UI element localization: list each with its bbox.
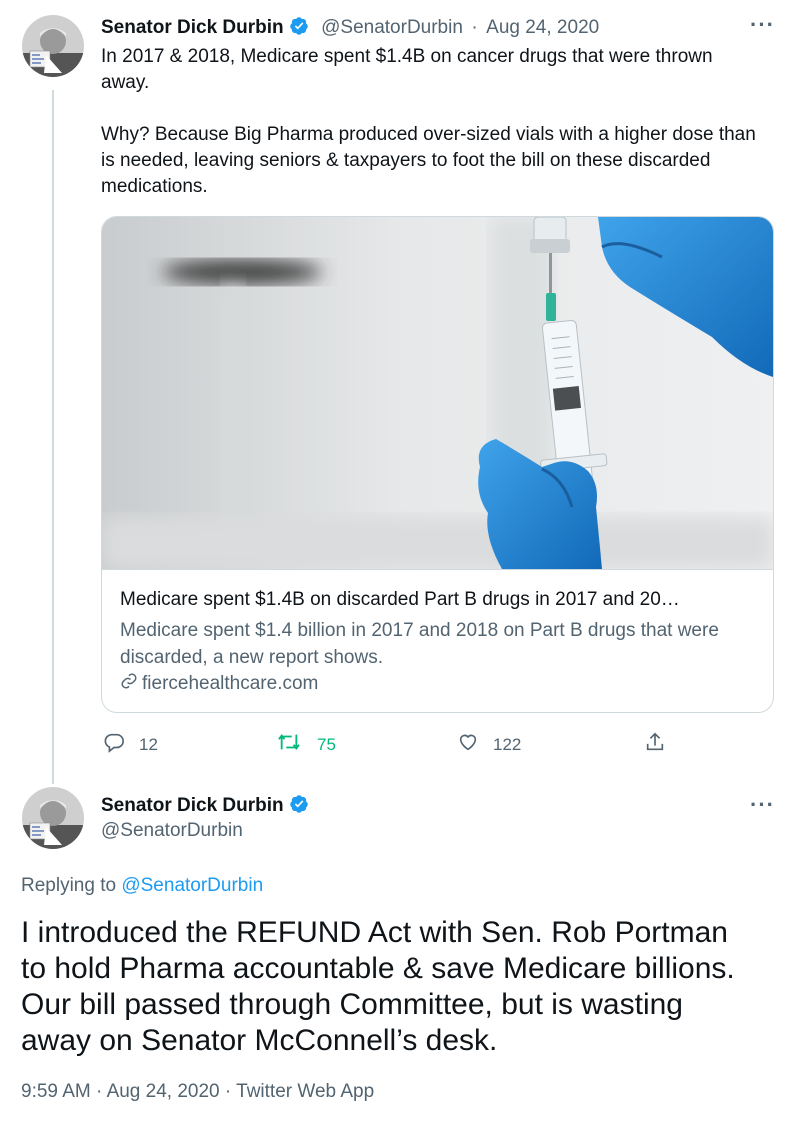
like-count: 122	[493, 734, 522, 754]
replying-prefix: Replying to	[21, 875, 117, 896]
tweet-metadata: 9:59 AM · Aug 24, 2020 · Twitter Web App	[21, 1081, 374, 1103]
like-button[interactable]: 122	[457, 731, 521, 758]
tweet-time[interactable]: 9:59 AM	[21, 1081, 91, 1102]
link-icon	[120, 672, 138, 696]
avatar[interactable]	[22, 15, 84, 77]
avatar[interactable]	[22, 787, 84, 849]
retweet-icon	[275, 731, 303, 758]
card-domain-text: fiercehealthcare.com	[142, 673, 319, 694]
card-image	[102, 217, 773, 570]
verified-badge-icon	[289, 16, 309, 41]
tweet-paragraph: In 2017 & 2018, Medicare spent $1.4B on …	[101, 46, 713, 93]
tweet-header: Senator Dick Durbin @SenatorDurbin · Aug…	[101, 16, 599, 41]
reply-icon	[103, 731, 125, 758]
tweet-line: away on Senator McConnell’s desk.	[21, 1024, 498, 1057]
retweet-button[interactable]: 75	[275, 731, 336, 758]
tweet-body: In 2017 & 2018, Medicare spent $1.4B on …	[101, 44, 761, 200]
share-button[interactable]	[644, 731, 666, 758]
tweet-line: Our bill passed through Committee, but i…	[21, 988, 683, 1021]
reply-count: 12	[139, 734, 158, 754]
avatar-photo	[22, 787, 84, 849]
avatar-photo	[22, 15, 84, 77]
tweet-paragraph: Why? Because Big Pharma produced over-si…	[101, 124, 756, 197]
main-tweet-body: I introduced the REFUND Act with Sen. Ro…	[21, 915, 781, 1059]
tweet-line: I introduced the REFUND Act with Sen. Ro…	[21, 916, 728, 949]
author-handle[interactable]: @SenatorDurbin	[101, 820, 243, 842]
card-description: Medicare spent $1.4 billion in 2017 and …	[120, 620, 719, 668]
card-title[interactable]: Medicare spent $1.4B on discarded Part B…	[120, 589, 760, 611]
author-name[interactable]: Senator Dick Durbin	[101, 795, 284, 816]
tweet-date[interactable]: Aug 24, 2020	[486, 17, 599, 38]
tweet-full-date[interactable]: Aug 24, 2020	[107, 1081, 220, 1102]
meta-separator: ·	[96, 1081, 103, 1102]
tweet-header: Senator Dick Durbin	[101, 794, 309, 819]
thread-connector-line	[52, 90, 54, 784]
author-name[interactable]: Senator Dick Durbin	[101, 17, 284, 38]
tweet-line: to hold Pharma accountable & save Medica…	[21, 952, 735, 985]
tweet-source[interactable]: Twitter Web App	[236, 1081, 374, 1102]
replying-to-mention[interactable]: @SenatorDurbin	[121, 875, 263, 896]
share-icon	[644, 731, 666, 758]
more-options-button[interactable]: ···	[750, 792, 775, 818]
header-separator: ·	[471, 17, 478, 38]
verified-badge-icon	[289, 794, 309, 819]
link-preview-card[interactable]: Medicare spent $1.4B on discarded Part B…	[101, 216, 774, 713]
replying-to: Replying to @SenatorDurbin	[21, 875, 263, 897]
more-options-button[interactable]: ···	[750, 12, 775, 38]
meta-separator: ·	[224, 1081, 232, 1102]
reply-button[interactable]: 12	[103, 731, 158, 758]
author-handle[interactable]: @SenatorDurbin	[321, 17, 463, 38]
heart-icon	[457, 731, 479, 758]
retweet-count: 75	[317, 734, 336, 754]
card-domain[interactable]: fiercehealthcare.com	[120, 672, 318, 696]
